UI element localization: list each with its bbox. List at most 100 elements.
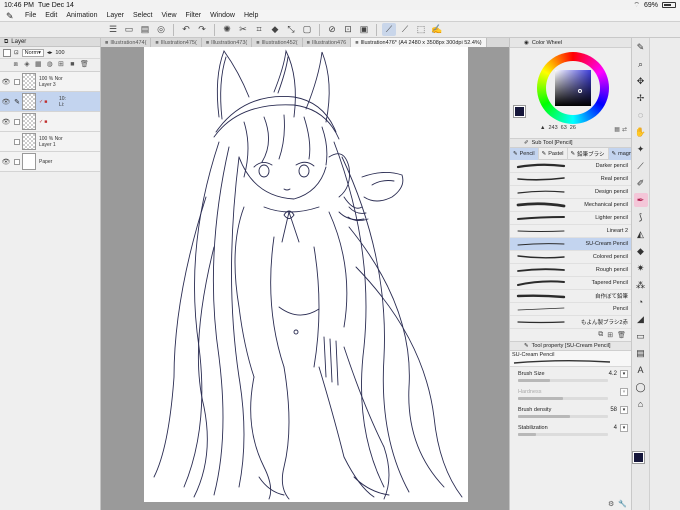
fill-icon[interactable]: ◆ bbox=[268, 23, 282, 36]
swap-color-icon[interactable]: ⇄ bbox=[622, 126, 627, 133]
brush-item[interactable]: Lighter pencil bbox=[510, 212, 631, 225]
layer-row[interactable]: 👁 ✓ ■ bbox=[0, 112, 100, 132]
opacity-spinner-icon[interactable]: ◂▸ bbox=[47, 50, 53, 56]
redo-icon[interactable]: ↷ bbox=[195, 23, 209, 36]
menu-help[interactable]: Help bbox=[244, 12, 258, 19]
sub-tab-pencil[interactable]: ✎ Pencil bbox=[510, 147, 539, 160]
undo-icon[interactable]: ↶ bbox=[179, 23, 193, 36]
doc-tab[interactable]: ■ Illustration474( bbox=[101, 38, 152, 47]
blend-mode-select[interactable]: Norm ▾ bbox=[21, 48, 44, 57]
figure-icon[interactable]: ▭ bbox=[634, 329, 648, 343]
new-icon[interactable]: ▭ bbox=[122, 23, 136, 36]
eye-icon[interactable]: 👁 bbox=[0, 98, 12, 106]
ruler-icon[interactable]: ⟋ bbox=[382, 23, 396, 36]
lasso-icon[interactable]: ◌ bbox=[634, 108, 648, 122]
brush-item[interactable]: Rough pencil bbox=[510, 264, 631, 277]
pencil-icon[interactable]: ✐ bbox=[634, 176, 648, 190]
copy-icon[interactable]: ⧉ bbox=[598, 331, 603, 339]
doc-tab[interactable]: ■ Illustration473( bbox=[202, 38, 253, 47]
wrench-icon[interactable]: 🔧 bbox=[618, 500, 627, 508]
property-slider[interactable] bbox=[518, 397, 608, 400]
property-dropdown-icon[interactable]: ▾ bbox=[620, 406, 628, 414]
lock-icon[interactable]: ⊡ bbox=[14, 50, 19, 56]
brush-item[interactable]: Tapered Pencil bbox=[510, 277, 631, 290]
clear-icon[interactable]: ▢ bbox=[300, 23, 314, 36]
property-slider[interactable] bbox=[518, 379, 608, 382]
color-swatch-toggle[interactable] bbox=[3, 48, 11, 57]
canvas-area[interactable] bbox=[101, 47, 509, 510]
brush-item[interactable]: 自作ぼて鉛筆 bbox=[510, 290, 631, 303]
doc-tab[interactable]: ■ Illustration452( bbox=[252, 38, 303, 47]
menu-view[interactable]: View bbox=[161, 12, 176, 19]
eye-icon[interactable]: 👁 bbox=[0, 158, 12, 166]
sub-tab-pastel[interactable]: ✎ Pastel bbox=[539, 147, 568, 160]
property-slider[interactable] bbox=[518, 433, 608, 436]
new-layer-icon[interactable]: ⊞ bbox=[57, 61, 64, 69]
lock-checkbox[interactable] bbox=[14, 78, 20, 85]
doc-tab[interactable]: ■ Illustration476 bbox=[303, 38, 352, 47]
frame-icon[interactable]: ▣ bbox=[357, 23, 371, 36]
sv-marker[interactable] bbox=[578, 89, 582, 93]
brush-icon[interactable]: ⟆ bbox=[634, 210, 648, 224]
menu-edit[interactable]: Edit bbox=[45, 12, 57, 19]
sparkle-icon[interactable]: ✦ bbox=[634, 142, 648, 156]
app-logo-icon[interactable]: ✎ bbox=[6, 11, 16, 21]
menu-animation[interactable]: Animation bbox=[66, 12, 97, 19]
layer-row[interactable]: 100 % Nor Layer 1 bbox=[0, 132, 100, 152]
brush-item[interactable]: Darker pencil bbox=[510, 160, 631, 173]
pen-active-icon[interactable]: ✒ bbox=[633, 193, 648, 207]
property-slider[interactable] bbox=[518, 415, 608, 418]
doc-tab-active[interactable]: ■ Illustration476* (A4 2480 x 3508px 300d… bbox=[351, 38, 487, 47]
eye-icon[interactable]: 👁 bbox=[0, 78, 12, 86]
brush-item[interactable]: Colored pencil bbox=[510, 251, 631, 264]
spray-icon[interactable]: ⁂ bbox=[634, 278, 648, 292]
clip-icon[interactable]: ⧈ bbox=[12, 61, 19, 69]
layer-row[interactable]: 👁 100 % Nor Layer 3 bbox=[0, 72, 100, 92]
brush-item[interactable]: Lineart 2 bbox=[510, 225, 631, 238]
gradient-icon[interactable]: ◢ bbox=[634, 312, 648, 326]
hand-icon[interactable]: ✍ bbox=[430, 23, 444, 36]
settings-icon[interactable]: ⚙ bbox=[608, 500, 614, 508]
eraser-icon[interactable]: ◆ bbox=[634, 244, 648, 258]
balloon-icon[interactable]: ◯ bbox=[634, 380, 648, 394]
lock-checkbox[interactable] bbox=[14, 158, 20, 165]
trash-icon[interactable]: 🗑 bbox=[617, 331, 626, 339]
menu-filter[interactable]: Filter bbox=[186, 12, 202, 19]
brush-item[interactable]: Mechanical pencil bbox=[510, 199, 631, 212]
saturation-value-square[interactable] bbox=[555, 70, 591, 106]
property-dropdown-icon[interactable]: ▾ bbox=[620, 388, 628, 396]
layer-color-icon[interactable]: ■ bbox=[69, 61, 76, 69]
zoom-icon[interactable]: ⌕ bbox=[634, 57, 648, 71]
select-icon[interactable]: ⌗ bbox=[252, 23, 266, 36]
save-icon[interactable]: ▤ bbox=[138, 23, 152, 36]
brush-item[interactable]: Pencil bbox=[510, 303, 631, 316]
lock-transparent-icon[interactable]: ▦ bbox=[35, 61, 42, 69]
drawing-canvas[interactable] bbox=[144, 47, 468, 502]
loading-icon[interactable]: ✺ bbox=[220, 23, 234, 36]
stabilize-icon[interactable]: ⬚ bbox=[414, 23, 428, 36]
layer-row-selected[interactable]: 👁 ✎ ✓ ■ 10: Li: bbox=[0, 92, 100, 112]
lock-checkbox[interactable] bbox=[14, 118, 20, 125]
brush-item[interactable]: SU-Cream Pencil bbox=[510, 238, 631, 251]
blob-icon[interactable]: ◔ bbox=[634, 295, 648, 309]
reference-icon[interactable]: ◈ bbox=[23, 61, 30, 69]
pen-pressure-icon[interactable]: ⟋ bbox=[398, 23, 412, 36]
blend-icon[interactable]: ✷ bbox=[634, 261, 648, 275]
main-color-swatch[interactable] bbox=[513, 105, 526, 118]
add-icon[interactable]: ⊞ bbox=[607, 331, 613, 339]
hand-icon[interactable]: ✋ bbox=[634, 125, 648, 139]
layer-row-paper[interactable]: 👁 Paper bbox=[0, 152, 100, 172]
transparent-color-icon[interactable]: ▦ bbox=[614, 126, 620, 133]
invert-icon[interactable]: ⊡ bbox=[341, 23, 355, 36]
menu-layer[interactable]: Layer bbox=[106, 12, 124, 19]
doc-tab[interactable]: ■ Illustration475( bbox=[151, 38, 202, 47]
menu-file[interactable]: File bbox=[25, 12, 36, 19]
eye-icon[interactable]: 👁 bbox=[0, 118, 12, 126]
eyedropper-icon[interactable]: ⟋ bbox=[634, 159, 648, 173]
frame-icon[interactable]: ▤ bbox=[634, 346, 648, 360]
text-icon[interactable]: A bbox=[634, 363, 648, 377]
correct-line-icon[interactable]: ⌂ bbox=[634, 397, 648, 411]
main-color-chip[interactable] bbox=[632, 451, 645, 464]
brush-item[interactable]: もよん製ブラシ2赤 bbox=[510, 316, 631, 329]
move-icon[interactable]: ✢ bbox=[634, 91, 648, 105]
